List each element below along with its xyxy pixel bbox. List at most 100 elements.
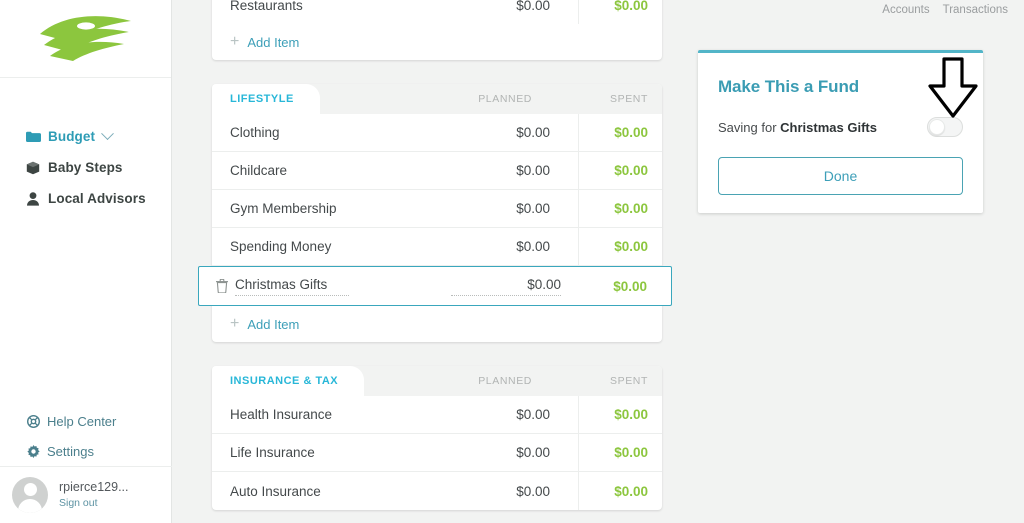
column-header-spent: SPENT [609, 375, 648, 387]
sidebar: Budget Baby Steps Local Advisors Help Ce… [0, 0, 172, 523]
row-planned[interactable]: $0.00 [458, 201, 578, 216]
add-item-button[interactable]: + Add Item [212, 306, 662, 342]
sidebar-item-label: Baby Steps [48, 160, 123, 175]
top-nav: Accounts Transactions [882, 4, 1008, 16]
sidebar-item-budget[interactable]: Budget [0, 121, 171, 152]
row-name: Life Insurance [230, 445, 315, 460]
add-item-label: Add Item [247, 34, 300, 50]
row-name: Gym Membership [230, 201, 337, 216]
make-fund-popover: Make This a Fund Saving for Christmas Gi… [698, 50, 983, 213]
sidebar-item-label: Local Advisors [48, 191, 146, 206]
budget-column: Restaurants $0.00 $0.00 + Add Item LIFES… [198, 0, 672, 523]
row-planned[interactable]: $0.00 [458, 407, 578, 422]
toggle-knob [929, 119, 945, 135]
saving-for-label: Saving for Christmas Gifts [718, 120, 877, 135]
sidebar-item-label: Budget [48, 129, 96, 144]
sidebar-secondary-nav: Help Center Settings [0, 406, 172, 466]
budget-section-card: LIFESTYLE PLANNED SPENT Clothing $0.00 $… [198, 84, 672, 342]
column-header-spent: SPENT [609, 93, 648, 105]
row-planned-value: $0.00 [451, 277, 561, 296]
row-spent: $0.00 [613, 278, 647, 294]
row-spent: $0.00 [614, 239, 648, 254]
row-name-value: Christmas Gifts [235, 277, 349, 296]
table-row[interactable]: Spending Money $0.00 $0.00 [212, 228, 662, 266]
row-name-input[interactable]: Christmas Gifts [231, 277, 441, 296]
sidebar-item-label: Help Center [47, 413, 117, 429]
table-row[interactable]: Life Insurance $0.00 $0.00 [212, 434, 662, 472]
done-button[interactable]: Done [718, 157, 963, 195]
row-spent: $0.00 [614, 163, 648, 178]
row-name: Restaurants [230, 0, 303, 13]
box-icon [25, 160, 41, 175]
chevron-down-icon[interactable] [101, 127, 114, 141]
section-rows: Restaurants $0.00 $0.00 [212, 0, 662, 24]
user-account-box[interactable]: rpierce129... Sign out [0, 466, 172, 523]
table-row[interactable]: Childcare $0.00 $0.00 [212, 152, 662, 190]
nav-link-accounts[interactable]: Accounts [882, 4, 929, 16]
saving-target: Christmas Gifts [780, 119, 877, 135]
avatar [12, 477, 48, 513]
table-row[interactable]: Gym Membership $0.00 $0.00 [212, 190, 662, 228]
table-row-active[interactable]: Christmas Gifts $0.00 $0.00 [198, 266, 672, 306]
row-planned[interactable]: $0.00 [458, 125, 578, 140]
table-row[interactable]: Restaurants $0.00 $0.00 [212, 0, 662, 24]
section-tab: LIFESTYLE [212, 84, 320, 114]
popover-title: Make This a Fund [718, 77, 860, 96]
section-tab: INSURANCE & TAX [212, 366, 365, 396]
app-logo[interactable] [0, 0, 171, 78]
section-header: LIFESTYLE PLANNED SPENT [212, 84, 662, 114]
add-item-button[interactable]: + Add Item [212, 24, 662, 60]
row-spent: $0.00 [614, 483, 648, 499]
row-name: Auto Insurance [230, 483, 321, 499]
popover-toggle-row: Saving for Christmas Gifts [718, 117, 963, 137]
add-item-label: Add Item [247, 316, 300, 332]
section-rows: Clothing $0.00 $0.00 Childcare $0.00 $0.… [198, 114, 672, 306]
budget-section-card: INSURANCE & TAX PLANNED SPENT Health Ins… [212, 366, 662, 510]
plus-icon: + [230, 315, 240, 332]
sidebar-primary-nav: Budget Baby Steps Local Advisors [0, 78, 171, 214]
section-title: LIFESTYLE [230, 93, 294, 105]
budget-section-card: Restaurants $0.00 $0.00 + Add Item [212, 0, 662, 60]
row-spent: $0.00 [614, 0, 648, 13]
row-spent: $0.00 [614, 445, 648, 460]
row-planned[interactable]: $0.00 [458, 163, 578, 178]
row-name: Clothing [230, 125, 280, 140]
plus-icon: + [230, 33, 240, 50]
row-planned[interactable]: $0.00 [458, 445, 578, 460]
row-spent: $0.00 [614, 201, 648, 216]
sidebar-item-local-advisors[interactable]: Local Advisors [0, 183, 171, 214]
sign-out-link[interactable]: Sign out [59, 497, 128, 510]
sidebar-item-help-center[interactable]: Help Center [0, 406, 172, 436]
person-icon [25, 191, 41, 206]
user-name: rpierce129... [59, 479, 129, 494]
section-rows: Health Insurance $0.00 $0.00 Life Insura… [212, 396, 662, 510]
folder-icon [25, 129, 41, 144]
row-spent: $0.00 [614, 125, 648, 140]
section-title: INSURANCE & TAX [230, 375, 339, 387]
sidebar-item-label: Settings [47, 443, 94, 459]
sidebar-item-settings[interactable]: Settings [0, 436, 172, 466]
table-row[interactable]: Clothing $0.00 $0.00 [212, 114, 662, 152]
row-name: Childcare [230, 163, 288, 178]
row-spent: $0.00 [614, 407, 648, 422]
nav-link-transactions[interactable]: Transactions [943, 4, 1008, 16]
column-header-planned: PLANNED [478, 93, 532, 105]
sidebar-item-baby-steps[interactable]: Baby Steps [0, 152, 171, 183]
row-name: Spending Money [230, 239, 332, 254]
budget-app: Budget Baby Steps Local Advisors Help Ce… [0, 0, 1024, 523]
table-row[interactable]: Health Insurance $0.00 $0.00 [212, 396, 662, 434]
row-name: Health Insurance [230, 407, 333, 422]
saving-prefix: Saving for [718, 119, 777, 135]
row-planned[interactable]: $0.00 [458, 0, 578, 13]
row-planned[interactable]: $0.00 [458, 484, 578, 499]
fund-toggle-switch[interactable] [927, 117, 963, 137]
money-logo-icon [39, 15, 131, 61]
column-header-planned: PLANNED [478, 375, 532, 387]
gear-icon [25, 444, 41, 459]
section-header: INSURANCE & TAX PLANNED SPENT [212, 366, 662, 396]
table-row[interactable]: Auto Insurance $0.00 $0.00 [212, 472, 662, 510]
lifebuoy-icon [25, 414, 41, 429]
trash-icon[interactable] [213, 279, 231, 293]
row-planned[interactable]: $0.00 [458, 239, 578, 254]
row-planned-input[interactable]: $0.00 [441, 277, 575, 296]
